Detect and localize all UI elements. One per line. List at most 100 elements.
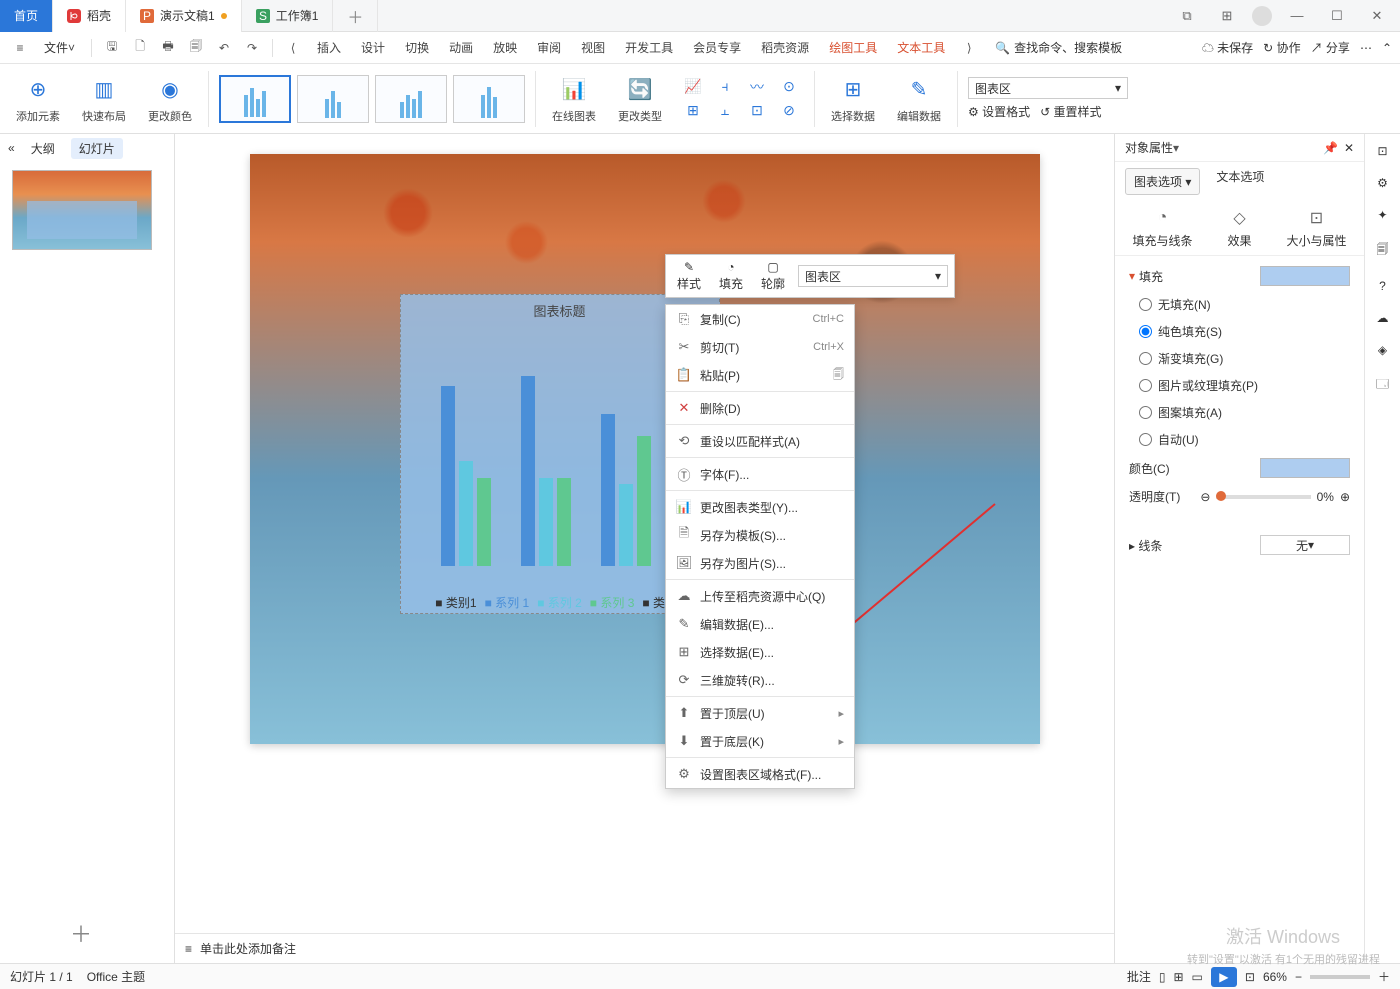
new-tab-button[interactable]: ＋ [333, 0, 378, 32]
outline-button[interactable]: ▢轮廓 [752, 260, 794, 292]
menu-animation[interactable]: 动画 [441, 32, 481, 64]
slide-canvas[interactable]: 图表标题 类别1 系列 1 系列 2 系列 3 类别3 [175, 134, 1114, 963]
slide-thumbnail-1[interactable]: 1 [12, 170, 162, 250]
quick-layout-button[interactable]: ▥快速布局 [76, 74, 132, 124]
ctx-save-template[interactable]: 🗎另存为模板(S)... [666, 521, 854, 549]
minimize-button[interactable]: — [1282, 4, 1312, 28]
ctx-copy[interactable]: ⎘复制(C)Ctrl+C [666, 305, 854, 333]
side-icon-1[interactable]: ⊡ [1377, 144, 1387, 158]
coop-button[interactable]: ↻ 协作 [1263, 39, 1300, 56]
online-chart-button[interactable]: 📊在线图表 [546, 74, 602, 124]
pattern-fill-radio[interactable]: 图案填充(A) [1139, 404, 1350, 421]
line-section[interactable]: ▸ 线条 [1129, 537, 1162, 554]
tab-presentation[interactable]: P演示文稿1 [126, 0, 242, 32]
chart-element-select[interactable]: 图表区▾ [798, 265, 948, 287]
menu-texttools[interactable]: 文本工具 [889, 32, 953, 64]
size-props-tab[interactable]: ⊡大小与属性 [1286, 207, 1346, 249]
paste-opt-icon[interactable]: 🗐 [833, 366, 844, 385]
chart-style-2[interactable] [297, 75, 369, 123]
undo-icon[interactable]: ↶ [212, 36, 236, 60]
side-icon-4[interactable]: 🗐 [1377, 240, 1389, 261]
side-icon-6[interactable]: ☁ [1377, 311, 1389, 325]
ctx-font[interactable]: Ⓣ字体(F)... [666, 460, 854, 488]
chart-area-select[interactable]: 图表区▾ [968, 77, 1128, 99]
effects-tab[interactable]: ◇效果 [1227, 207, 1251, 249]
side-icon-3[interactable]: ✦ [1377, 208, 1387, 222]
outline-tab[interactable]: 大纲 [23, 138, 63, 159]
zoom-out-icon[interactable]: − [1295, 970, 1302, 984]
close-button[interactable]: ✕ [1362, 4, 1392, 28]
comments-button[interactable]: 批注 [1127, 968, 1151, 985]
auto-fill-radio[interactable]: 自动(U) [1139, 431, 1350, 448]
avatar[interactable] [1252, 6, 1272, 26]
fill-swatch[interactable] [1260, 266, 1350, 286]
side-icon-2[interactable]: ⚙ [1377, 176, 1388, 190]
saveas-icon[interactable]: 🗋 [128, 36, 152, 60]
menu-design[interactable]: 设计 [353, 32, 393, 64]
picture-fill-radio[interactable]: 图片或纹理填充(P) [1139, 377, 1350, 394]
style-button[interactable]: ✎样式 [668, 260, 710, 292]
tab-workbook[interactable]: S工作簿1 [242, 0, 334, 32]
side-icon-5[interactable]: ? [1379, 279, 1386, 293]
fit-icon[interactable]: ⊡ [1245, 970, 1255, 984]
start-icon[interactable]: ⟨ [281, 36, 305, 60]
maximize-button[interactable]: ☐ [1322, 4, 1352, 28]
ctx-upload[interactable]: ☁上传至稻壳资源中心(Q) [666, 582, 854, 610]
fill-button[interactable]: ◔填充 [710, 260, 752, 292]
change-color-button[interactable]: ◉更改颜色 [142, 74, 198, 124]
file-menu[interactable]: 文件 ˅ [36, 32, 83, 64]
minus-icon[interactable]: ⊖ [1200, 490, 1210, 504]
slides-tab[interactable]: 幻灯片 [71, 138, 123, 159]
share-button[interactable]: ↗ 分享 [1311, 39, 1350, 56]
ctx-delete[interactable]: ✕删除(D) [666, 394, 854, 422]
slideshow-button[interactable]: ▶ [1211, 967, 1237, 987]
menu-slideshow[interactable]: 放映 [485, 32, 525, 64]
close-panel-icon[interactable]: ✕ [1344, 141, 1354, 155]
chart-options-tab[interactable]: 图表选项 ▾ [1125, 168, 1200, 195]
transparency-slider[interactable] [1216, 495, 1310, 499]
redo-icon[interactable]: ↷ [240, 36, 264, 60]
chart-style-1[interactable] [219, 75, 291, 123]
side-icon-8[interactable]: 🗔 [1376, 375, 1389, 396]
ctx-bring-front[interactable]: ⬆置于顶层(U)▸ [666, 699, 854, 727]
unsaved-button[interactable]: ☁ 未保存 [1202, 39, 1253, 56]
add-element-button[interactable]: ⊕添加元素 [10, 74, 66, 124]
edit-data-button[interactable]: ✎编辑数据 [891, 74, 947, 124]
ctx-cut[interactable]: ✂剪切(T)Ctrl+X [666, 333, 854, 361]
plus-icon[interactable]: ⊕ [1340, 490, 1350, 504]
search-box[interactable]: 🔍查找命令、搜索模板 [995, 39, 1122, 56]
view-normal-icon[interactable]: ▯ [1159, 970, 1166, 984]
grid2-icon[interactable]: ⊞ [1212, 4, 1242, 28]
menu-insert[interactable]: 插入 [309, 32, 349, 64]
gradient-fill-radio[interactable]: 渐变填充(G) [1139, 350, 1350, 367]
grid1-icon[interactable]: ⧉ [1172, 4, 1202, 28]
color-picker[interactable] [1260, 458, 1350, 478]
more-menu-icon[interactable]: ⟩ [957, 36, 981, 60]
fill-line-tab[interactable]: ◔填充与线条 [1132, 207, 1192, 249]
menu-devtools[interactable]: 开发工具 [617, 32, 681, 64]
zoom-in-icon[interactable]: ＋ [1378, 968, 1390, 985]
chart-style-gallery[interactable] [219, 75, 525, 123]
zoom-value[interactable]: 66% [1263, 970, 1287, 984]
print-icon[interactable]: 🖶 [156, 36, 180, 60]
ctx-format-area[interactable]: ⚙设置图表区域格式(F)... [666, 760, 854, 788]
ctx-select-data[interactable]: ⊞选择数据(E)... [666, 638, 854, 666]
collapse-left-icon[interactable]: « [8, 141, 15, 155]
chart-style-3[interactable] [375, 75, 447, 123]
reset-style-button[interactable]: ↺ 重置样式 [1040, 103, 1101, 120]
view-reading-icon[interactable]: ▭ [1192, 970, 1203, 984]
add-slide-button[interactable]: ＋ [70, 917, 92, 949]
ctx-save-image[interactable]: 🖼另存为图片(S)... [666, 549, 854, 577]
preview-icon[interactable]: 🗐 [184, 36, 208, 60]
chart-style-4[interactable] [453, 75, 525, 123]
menu-daoke[interactable]: 稻壳资源 [753, 32, 817, 64]
select-data-button[interactable]: ⊞选择数据 [825, 74, 881, 124]
menu-review[interactable]: 审阅 [529, 32, 569, 64]
change-type-button[interactable]: 🔄更改类型 [612, 74, 668, 124]
side-icon-7[interactable]: ◈ [1378, 343, 1387, 357]
ctx-edit-data[interactable]: ✎编辑数据(E)... [666, 610, 854, 638]
ctx-change-type[interactable]: 📊更改图表类型(Y)... [666, 493, 854, 521]
no-fill-radio[interactable]: 无填充(N) [1139, 296, 1350, 313]
ctx-reset-style[interactable]: ⟲重设以匹配样式(A) [666, 427, 854, 455]
line-style-select[interactable]: 无 ▾ [1260, 535, 1350, 555]
